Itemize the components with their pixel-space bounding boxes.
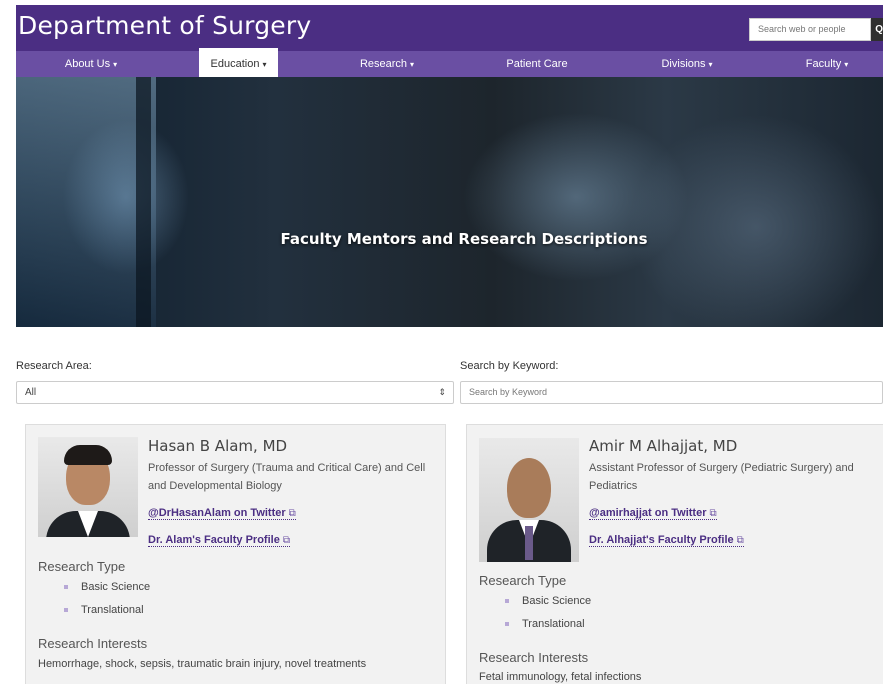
research-area-label: Research Area: [16,360,92,372]
research-type-item: Basic Science [505,595,591,607]
hero-banner: Faculty Mentors and Research Description… [16,77,883,327]
nav-label: About Us [64,58,111,70]
external-link-icon: ⧉ [282,535,290,546]
caret-down-icon: ▾ [708,60,713,69]
nav-about-us[interactable]: About Us ▾ [16,51,166,77]
nav-faculty[interactable]: Faculty ▾ [756,51,883,77]
research-type-item: Translational [64,604,144,616]
nav-label: Divisions [661,58,706,70]
search-button[interactable]: Q [871,18,883,41]
faculty-name: Hasan B Alam, MD [148,437,288,455]
hero-image-frame [136,77,151,327]
external-link-icon: ⧉ [288,508,296,519]
faculty-title: Assistant Professor of Surgery (Pediatri… [589,462,854,492]
link-text: Dr. Alhajjat's Faculty Profile [589,534,734,546]
link-text: @DrHasanAlam on Twitter [148,507,286,519]
nav-label: Education [210,58,260,70]
research-interests-heading: Research Interests [38,636,148,651]
nav-label: Research [359,58,408,70]
search-icon: Q [875,24,883,35]
nav-patient-care[interactable]: Patient Care [466,51,608,77]
research-interests-heading: Research Interests [479,650,589,665]
nav-label: Faculty [805,58,842,70]
keyword-label: Search by Keyword: [460,360,559,372]
faculty-profile-link[interactable]: Dr. Alhajjat's Faculty Profile ⧉ [589,534,744,547]
link-text: @amirhajjat on Twitter [589,507,707,519]
nav-divisions[interactable]: Divisions ▾ [616,51,758,77]
caret-down-icon: ▾ [113,60,118,69]
external-link-icon: ⧉ [736,535,744,546]
research-area-select[interactable]: All ⇕ [16,381,454,404]
nav-label: Patient Care [506,58,568,70]
site-title[interactable]: Department of Surgery [18,11,311,40]
research-type-heading: Research Type [38,559,126,574]
external-link-icon: ⧉ [709,508,717,519]
faculty-card: Hasan B Alam, MD Professor of Surgery (T… [25,424,446,684]
main-nav: About Us ▾ Education ▾ Research ▾ Patient C… [16,48,883,77]
research-interests-text: Hemorrhage, shock, sepsis, traumatic bra… [38,658,367,670]
caret-down-icon: ▾ [410,60,415,69]
hero-title: Faculty Mentors and Research Description… [280,230,648,248]
nav-education[interactable]: Education ▾ [199,48,278,77]
twitter-link[interactable]: @DrHasanAlam on Twitter ⧉ [148,507,296,520]
research-interests-text: Fetal immunology, fetal infections [479,671,642,683]
faculty-photo [38,437,138,537]
faculty-card: Amir M Alhajjat, MD Assistant Professor … [466,424,883,684]
research-type-item: Basic Science [64,581,150,593]
search-input[interactable]: Search web or people [749,18,871,41]
faculty-title: Professor of Surgery (Trauma and Critica… [148,462,426,492]
research-area-value: All [25,387,37,398]
faculty-name: Amir M Alhajjat, MD [589,437,738,455]
faculty-profile-link[interactable]: Dr. Alam's Faculty Profile ⧉ [148,534,290,547]
keyword-search-input[interactable]: Search by Keyword [460,381,883,404]
link-text: Dr. Alam's Faculty Profile [148,534,280,546]
hero-image-xray [16,77,156,327]
caret-down-icon: ▾ [262,60,267,69]
nav-research[interactable]: Research ▾ [316,51,458,77]
select-arrows-icon: ⇕ [438,387,446,397]
twitter-link[interactable]: @amirhajjat on Twitter ⧉ [589,507,717,520]
site-header: Department of Surgery Search web or peop… [16,5,883,51]
research-type-item: Translational [505,618,585,630]
research-type-heading: Research Type [479,573,567,588]
caret-down-icon: ▾ [844,60,849,69]
faculty-photo [479,438,579,562]
